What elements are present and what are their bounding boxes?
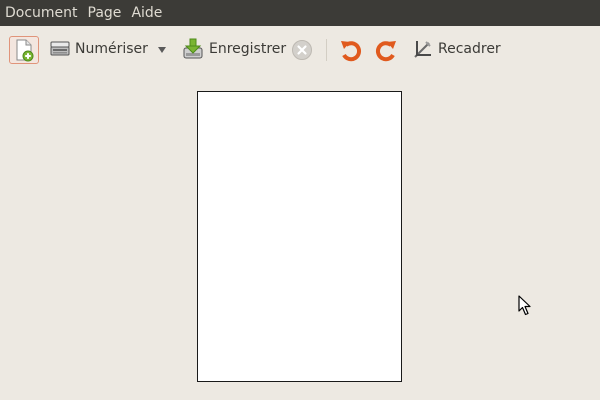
mouse-cursor-icon [518,295,531,316]
rotate-left-icon [341,41,362,62]
toolbar: Numériser Enregistrer Recadrer [0,26,600,72]
save-button[interactable]: Enregistrer [178,34,289,64]
rotate-right-button[interactable] [374,37,398,63]
save-label: Enregistrer [209,41,287,57]
crop-icon [414,41,431,58]
rotate-right-icon [375,41,396,62]
page-preview[interactable] [197,91,402,382]
menu-document[interactable]: Document [0,0,83,26]
stop-icon [292,40,312,60]
new-document-button[interactable] [9,36,39,64]
scan-button[interactable]: Numériser [46,34,151,64]
new-document-icon [16,39,34,62]
scanner-icon [50,41,70,56]
scan-options-button[interactable] [155,42,169,58]
dropdown-arrow-icon [158,47,166,53]
menu-page[interactable]: Page [83,0,127,26]
toolbar-separator [326,39,327,61]
crop-button[interactable]: Recadrer [409,34,504,64]
scan-label: Numériser [75,41,148,57]
stop-button[interactable] [291,39,313,61]
crop-label: Recadrer [438,41,501,57]
save-disk-icon [183,38,203,59]
rotate-left-button[interactable] [339,37,363,63]
menubar: Document Page Aide [0,0,600,26]
menu-aide[interactable]: Aide [126,0,167,26]
